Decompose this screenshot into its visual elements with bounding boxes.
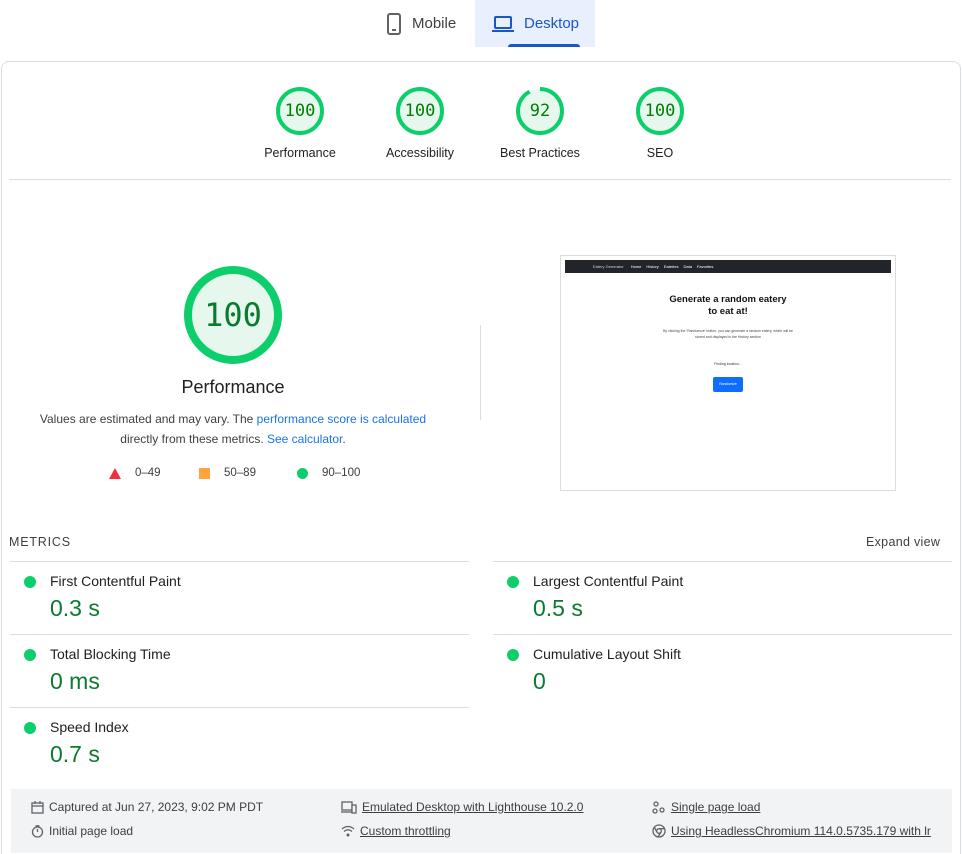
using-text: Using HeadlessChromium 114.0.5735.179 wi… (671, 824, 931, 838)
pass-circle-icon (507, 649, 519, 661)
gauge-label: Accessibility (385, 146, 455, 160)
metric-tbt: Total Blocking Time 0 ms (10, 634, 469, 707)
thumb-nav-link: Home (630, 264, 642, 269)
metric-value: 0.3 s (50, 595, 100, 621)
fail-triangle-icon (109, 467, 121, 479)
emulated-device[interactable]: Emulated Desktop with Lighthouse 10.2.0 (341, 800, 583, 814)
chrome-icon (652, 824, 666, 838)
emulated-text: Emulated Desktop with Lighthouse 10.2.0 (362, 800, 584, 814)
gauge-seo[interactable]: 100 SEO (605, 86, 715, 160)
metric-lcp: Largest Contentful Paint 0.5 s (493, 561, 952, 634)
legend-fail: 0–49 (109, 467, 161, 479)
metric-value: 0.7 s (50, 741, 100, 767)
tab-mobile[interactable]: Mobile (374, 0, 474, 47)
thumb-nav-link: History (646, 264, 659, 269)
laptop-icon (492, 15, 514, 32)
summary-divider (9, 179, 951, 180)
thumb-nav-link: Favorites (696, 264, 714, 269)
metric-name: Largest Contentful Paint (533, 573, 684, 589)
metric-name: Total Blocking Time (50, 646, 171, 662)
wifi-icon (341, 825, 355, 837)
performance-title: Performance (181, 377, 285, 397)
pass-circle-icon (507, 576, 519, 588)
throttling[interactable]: Custom throttling (341, 824, 451, 838)
initial-load: Initial page load (31, 824, 133, 838)
legend-pass-range: 90–100 (322, 467, 361, 479)
captured-text: Captured at Jun 27, 2023, 9:02 PM PDT (49, 800, 264, 814)
legend-pass: 90–100 (297, 467, 360, 479)
pass-circle-icon (24, 649, 36, 661)
pass-circle-icon (24, 576, 36, 588)
single-load-text: Single page load (671, 800, 761, 814)
thumb-navbar: Eatery Generator Home History Eateries D… (565, 260, 891, 273)
gauge-label: Performance (264, 146, 336, 160)
score-legend: 0–49 50–89 90–100 (0, 467, 466, 485)
metrics-heading: METRICS (9, 535, 71, 549)
tab-desktop-label: Desktop (524, 15, 580, 32)
metric-si: Speed Index 0.7 s (10, 707, 469, 780)
browser-version[interactable]: Using HeadlessChromium 114.0.5735.179 wi… (652, 824, 931, 838)
metric-value: 0 (533, 668, 546, 694)
see-calculator-link[interactable]: See calculator (267, 432, 342, 446)
gauge-score: 92 (529, 101, 551, 121)
score-calculated-link[interactable]: performance score is calculated (257, 412, 426, 426)
metric-value: 0.5 s (533, 595, 583, 621)
gauge-score: 100 (644, 101, 676, 121)
average-square-icon (199, 467, 210, 479)
tab-desktop[interactable]: Desktop (475, 0, 595, 47)
pass-circle-icon (297, 467, 308, 479)
thumb-heading-line1: Generate a random eatery (669, 294, 787, 305)
gauge-label: Best Practices (500, 146, 580, 160)
active-tab-indicator (508, 44, 580, 47)
calendar-icon (31, 800, 44, 814)
devices-icon (341, 800, 357, 814)
timer-icon (31, 824, 44, 838)
gauge-score: 100 (284, 101, 316, 121)
runtime-settings: Captured at Jun 27, 2023, 9:02 PM PDT In… (11, 789, 952, 853)
nodes-icon (652, 800, 665, 814)
single-page-load[interactable]: Single page load (652, 800, 760, 814)
thumb-heading: Generate a random eatery to eat at! (561, 294, 895, 318)
pass-circle-icon (24, 722, 36, 734)
thumb-nav-link: Data (683, 264, 692, 269)
gauge-performance[interactable]: 100 Performance (245, 86, 355, 160)
thumb-randomize-button: Randomize (713, 377, 743, 392)
gauge-accessibility[interactable]: 100 Accessibility (365, 86, 475, 160)
desc-period: . (342, 432, 346, 446)
initial-load-text: Initial page load (49, 824, 134, 838)
thumb-status: Finding location... (714, 362, 742, 366)
legend-fail-range: 0–49 (135, 467, 161, 479)
performance-description: Values are estimated and may vary. The p… (0, 409, 466, 449)
metric-value: 0 ms (50, 668, 100, 694)
desc-text-2: directly from these metrics. (120, 432, 267, 446)
captured-at: Captured at Jun 27, 2023, 9:02 PM PDT (31, 800, 263, 814)
metric-cls: Cumulative Layout Shift 0 (493, 634, 952, 707)
metric-fcp: First Contentful Paint 0.3 s (10, 561, 469, 634)
metric-name: Cumulative Layout Shift (533, 646, 681, 662)
thumb-nav-link: Eateries (663, 264, 679, 269)
desc-text: Values are estimated and may vary. The (39, 412, 257, 426)
final-screenshot[interactable]: Eatery Generator Home History Eateries D… (560, 255, 896, 491)
metric-name: First Contentful Paint (50, 573, 181, 589)
vertical-divider (480, 325, 481, 420)
gauge-best-practices[interactable]: 92 Best Practices (485, 86, 595, 160)
thumb-brand: Eatery Generator (593, 264, 624, 269)
gauge-score: 100 (404, 101, 436, 121)
expand-view-button[interactable]: Expand view (866, 535, 940, 549)
legend-average-range: 50–89 (224, 467, 256, 479)
performance-score: 100 (204, 296, 262, 334)
throttling-text: Custom throttling (360, 824, 451, 838)
legend-average: 50–89 (199, 467, 256, 479)
thumb-subtext: By clicking the 'Randomize' button, you … (663, 329, 793, 339)
gauge-label: SEO (646, 146, 674, 160)
metric-name: Speed Index (50, 719, 129, 735)
thumb-heading-line2: to eat at! (708, 306, 748, 317)
smartphone-icon (387, 12, 401, 35)
tab-mobile-label: Mobile (412, 15, 457, 32)
device-tabs: Mobile Desktop (0, 0, 962, 47)
